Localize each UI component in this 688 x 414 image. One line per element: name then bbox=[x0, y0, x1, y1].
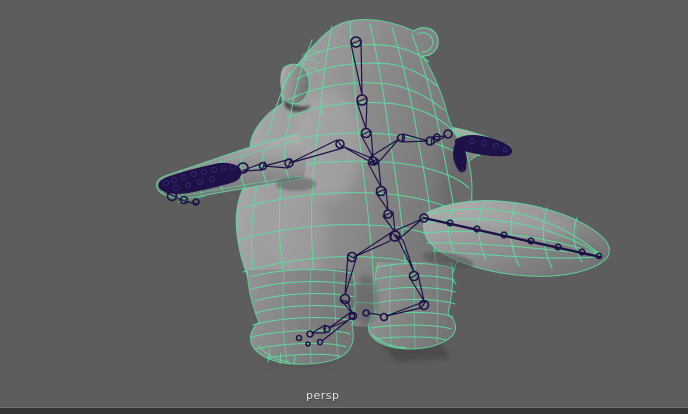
viewport-canvas[interactable] bbox=[0, 0, 688, 414]
3d-viewport[interactable]: persp bbox=[0, 0, 688, 414]
camera-name-label: persp bbox=[306, 389, 340, 402]
left-leg-mesh[interactable] bbox=[246, 268, 356, 365]
viewport-bottom-bar bbox=[0, 408, 688, 414]
